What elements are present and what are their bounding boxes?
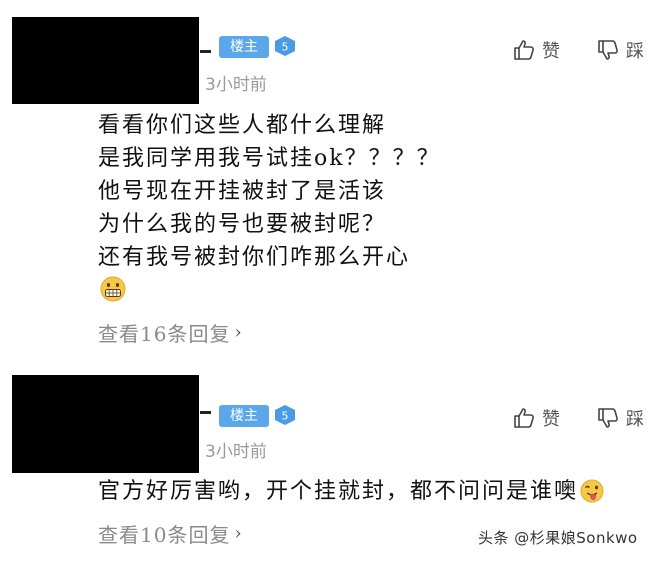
comment-line: 看看你们这些人都什么理解 xyxy=(98,113,387,138)
level-number: 5 xyxy=(282,41,289,54)
comment-line: 还有我号被封你们咋那么开心 xyxy=(98,245,411,270)
chevron-right-icon: › xyxy=(234,523,243,544)
thumbs-down-icon xyxy=(598,40,618,60)
thumbs-down-icon xyxy=(598,408,618,428)
username-fragment xyxy=(200,411,211,414)
dislike-label: 踩 xyxy=(626,409,644,430)
timestamp: 3小时前 xyxy=(205,75,267,95)
dislike-button[interactable]: 踩 xyxy=(596,405,644,431)
comment-text: 官方好厉害哟，开个挂就封，都不问问是谁噢 xyxy=(98,475,604,513)
redacted-avatar-block xyxy=(12,375,199,473)
owner-badge: 楼主 xyxy=(219,405,269,427)
comment-item: 楼主 5 3小时前 赞 踩 看看你们这些人都什么理解 是我同学用我号试挂ok？？… xyxy=(0,0,666,365)
redacted-avatar-block xyxy=(12,17,199,104)
view-replies-label: 查看16条回复 xyxy=(98,322,231,346)
comment-text: 看看你们这些人都什么理解 是我同学用我号试挂ok？？？？ 他号现在开挂被封了是活… xyxy=(98,109,441,274)
like-label: 赞 xyxy=(542,41,560,62)
thumbs-up-icon xyxy=(514,408,534,428)
tongue-out-face-emoji xyxy=(580,479,604,513)
comment-line: 官方好厉害哟，开个挂就封，都不问问是谁噢 xyxy=(98,475,604,513)
like-button[interactable]: 赞 xyxy=(512,37,560,63)
view-replies-link[interactable]: 查看10条回复 › xyxy=(98,519,243,548)
like-button[interactable]: 赞 xyxy=(512,405,560,431)
thumbs-up-icon xyxy=(514,40,534,60)
comment-line: 是我同学用我号试挂ok？？？？ xyxy=(98,146,441,171)
dislike-button[interactable]: 踩 xyxy=(596,37,644,63)
level-badge: 5 xyxy=(273,35,297,57)
comment-line: 他号现在开挂被封了是活该 xyxy=(98,179,387,204)
view-replies-link[interactable]: 查看16条回复 › xyxy=(98,318,243,347)
level-badge: 5 xyxy=(273,404,297,426)
grimacing-face-emoji xyxy=(100,276,126,306)
watermark: 头条 @杉果娘Sonkwo xyxy=(478,529,638,547)
comment-line-text: 官方好厉害哟，开个挂就封，都不问问是谁噢 xyxy=(98,479,579,504)
level-number: 5 xyxy=(282,410,289,423)
dislike-label: 踩 xyxy=(626,41,644,62)
like-label: 赞 xyxy=(542,409,560,430)
comment-line: 为什么我的号也要被封呢？ xyxy=(98,212,387,237)
owner-badge: 楼主 xyxy=(219,36,269,58)
timestamp: 3小时前 xyxy=(205,442,267,462)
username-fragment xyxy=(200,50,211,53)
view-replies-label: 查看10条回复 xyxy=(98,523,231,547)
chevron-right-icon: › xyxy=(234,322,243,343)
